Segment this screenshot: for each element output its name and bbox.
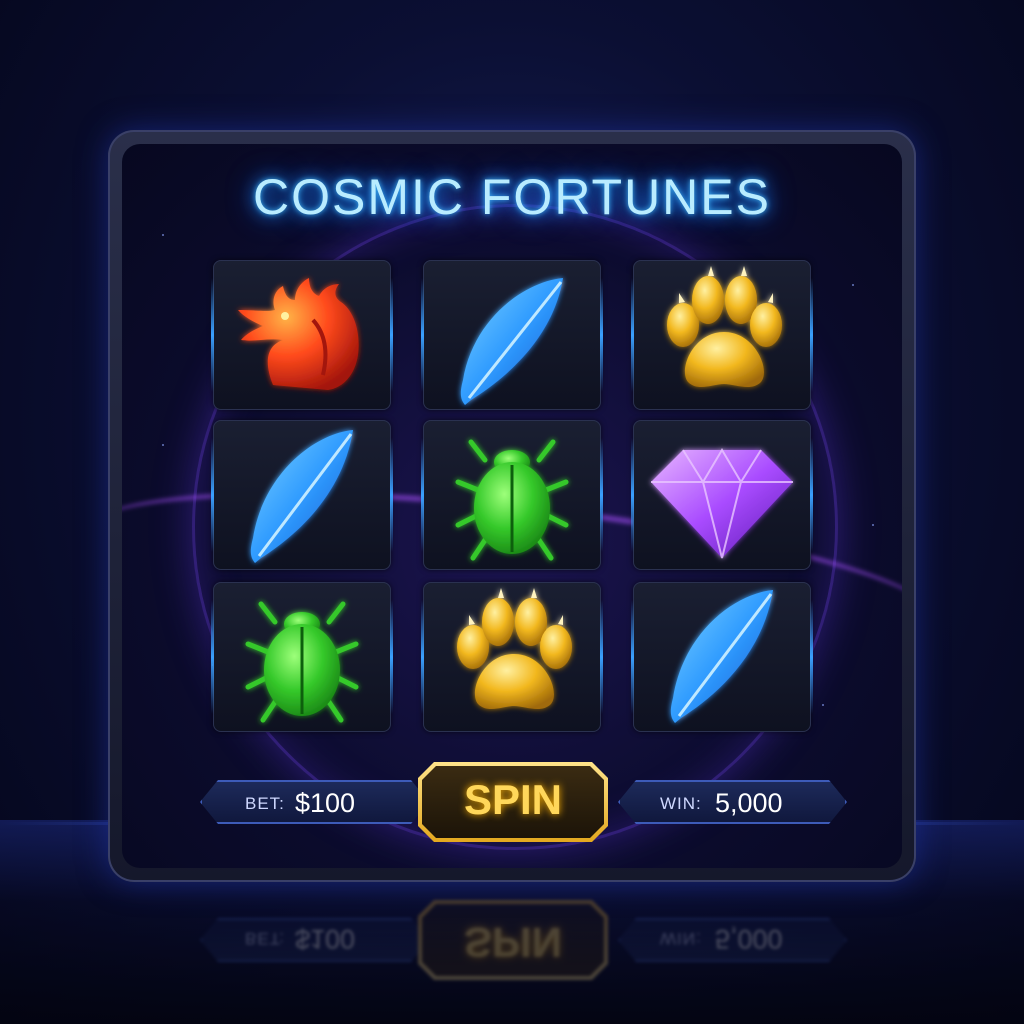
star [852,284,854,286]
beetle-icon [455,439,569,561]
feather-icon [460,278,563,405]
bet-label-reflection: BET: [245,929,285,948]
diamond-icon [651,448,793,559]
reel-cell-feather [211,420,393,570]
win-value-reflection: 5,000 [715,924,783,954]
reel-cell-feather [421,260,603,410]
reel-cell-dragon [211,260,393,410]
bet-label: BET: [245,794,285,813]
reel-cell-beetle [211,582,393,732]
beetle-icon [245,601,359,723]
win-value: 5,000 [715,788,783,818]
bet-value-reflection: $100 [295,924,356,954]
control-bar-reflection: BET: $100 SPIN WIN: 5,000 [170,910,854,980]
control-bar: BET: $100 SPIN WIN: 5,000 [170,762,854,832]
paw-icon [457,588,572,710]
reel-cell-beetle [421,420,603,570]
reel-cell-paw [631,260,813,410]
bet-value: $100 [295,788,356,818]
feather-icon [250,430,353,563]
spin-label-reflection: SPIN [463,919,563,966]
win-label: WIN: [660,794,702,813]
reel-cell-feather [631,582,813,732]
paw-icon [667,266,782,388]
star [822,704,824,706]
game-title: COSMIC FORTUNES [253,169,771,225]
star [162,234,164,236]
spin-button-label[interactable]: SPIN [422,776,604,824]
feather-icon [670,590,773,723]
reel-cell-diamond [631,420,813,570]
win-label-reflection: WIN: [660,929,702,948]
star [162,444,164,446]
dragon-icon [238,278,359,390]
reel-cell-paw [421,582,603,732]
star [872,524,874,526]
